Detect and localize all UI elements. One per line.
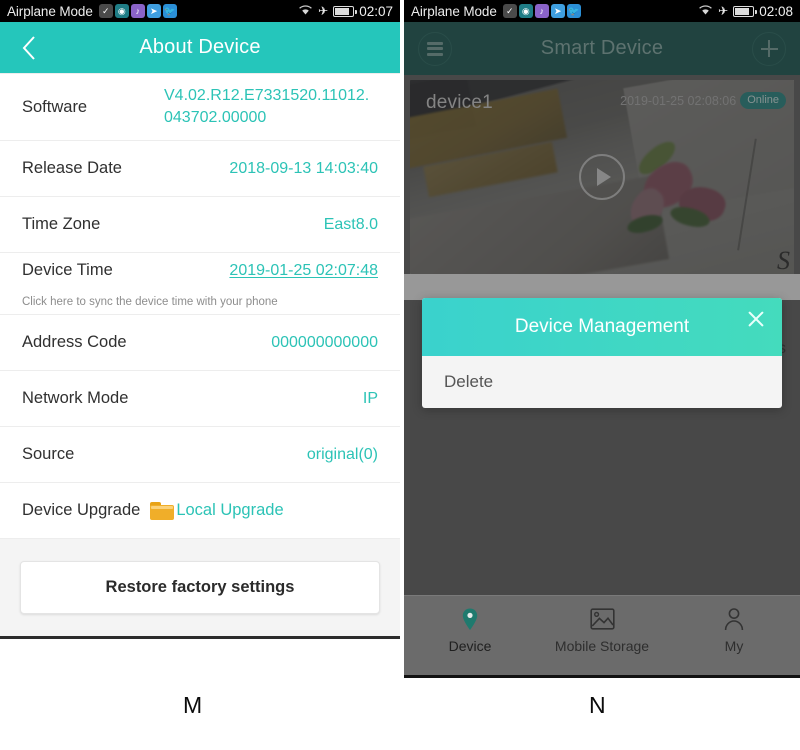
figure-caption-n: N	[589, 692, 606, 718]
nav-item-device[interactable]: Device	[404, 596, 536, 654]
video-preview[interactable]: device1 2019-01-25 02:08:06 Online S	[410, 80, 794, 274]
telegram-app-icon: ➤	[550, 4, 565, 18]
smart-device-screen: Smart Device device1 2019-01-25 02:08:06…	[404, 22, 800, 678]
nav-label: Device	[448, 638, 492, 654]
row-value: V4.02.R12.E7331520.11012.043702.00000	[164, 87, 370, 126]
list-row-source[interactable]: Source original(0)	[0, 427, 400, 483]
camera-app-icon: ◉	[518, 4, 533, 18]
airplane-icon: ✈	[718, 4, 729, 18]
device-time-hint: Click here to sync the device time with …	[22, 296, 278, 308]
camera-app-icon: ◉	[114, 4, 129, 18]
row-label: Network Mode	[22, 389, 129, 407]
music-app-icon: ♪	[130, 4, 145, 18]
dialog-item-delete[interactable]: Delete	[422, 356, 782, 408]
nav-item-mobile-storage[interactable]: Mobile Storage	[536, 596, 668, 654]
status-bar-left-group: Airplane Mode ✓ ◉ ♪ ➤ 🐦	[7, 4, 177, 19]
restore-section: Restore factory settings	[0, 539, 400, 636]
wifi-icon	[298, 4, 313, 19]
video-timestamp-group: 2019-01-25 02:08:06 Online	[620, 92, 786, 110]
page-title: About Device	[139, 36, 261, 58]
battery-icon	[733, 5, 757, 17]
row-value: original(0)	[306, 445, 378, 463]
nav-label: My	[724, 638, 744, 654]
image-icon	[589, 606, 615, 632]
row-label: Software	[22, 97, 88, 116]
list-row-release-date[interactable]: Release Date 2018-09-13 14:03:40	[0, 141, 400, 197]
device-time-main: Device Time 2019-01-25 02:07:48	[22, 261, 378, 280]
twitter-app-icon: 🐦	[566, 4, 581, 18]
airplane-mode-label: Airplane Mode	[7, 3, 93, 19]
plus-icon[interactable]	[752, 31, 786, 66]
airplane-mode-label: Airplane Mode	[411, 3, 497, 19]
app-bar-smart-device: Smart Device	[404, 22, 800, 75]
status-bar-right: Airplane Mode ✓ ◉ ♪ ➤ 🐦 ✈ 02:08	[404, 0, 800, 22]
status-bar-clock: 02:08	[759, 3, 793, 19]
phone-screenshot-n: Airplane Mode ✓ ◉ ♪ ➤ 🐦 ✈ 02:08 Smart De…	[404, 0, 800, 678]
figure-canvas: Airplane Mode ✓ ◉ ♪ ➤ 🐦 ✈ 02:07 About De…	[0, 0, 800, 750]
list-row-device-time[interactable]: Device Time 2019-01-25 02:07:48 Click he…	[0, 253, 400, 315]
music-app-icon: ♪	[534, 4, 549, 18]
bottom-navigation-bar: Device Mobile Storage My	[404, 595, 800, 675]
device-time-value[interactable]: 2019-01-25 02:07:48	[229, 262, 378, 280]
airplane-icon: ✈	[318, 4, 329, 18]
phone-screenshot-m: Airplane Mode ✓ ◉ ♪ ➤ 🐦 ✈ 02:07 About De…	[0, 0, 400, 678]
video-watermark: S	[777, 246, 790, 274]
list-row-time-zone[interactable]: Time Zone East8.0	[0, 197, 400, 253]
page-title: Smart Device	[540, 37, 664, 59]
close-icon[interactable]	[744, 307, 768, 331]
check-badge-icon: ✓	[502, 4, 517, 18]
nav-label: Mobile Storage	[554, 638, 650, 654]
dialog-header: Device Management	[422, 298, 782, 356]
status-badge: Online	[740, 92, 786, 110]
device-upgrade-group: Device Upgrade Local Upgrade	[22, 501, 284, 520]
device-management-dialog: Device Management Delete	[422, 298, 782, 408]
row-value: 2018-09-13 14:03:40	[229, 159, 378, 177]
status-bar-left: Airplane Mode ✓ ◉ ♪ ➤ 🐦 ✈ 02:07	[0, 0, 400, 22]
wifi-icon	[698, 4, 713, 19]
system-nav-line	[0, 636, 400, 639]
battery-icon	[333, 5, 357, 17]
person-icon	[721, 606, 747, 632]
row-label: Release Date	[22, 159, 122, 177]
row-label: Address Code	[22, 333, 127, 351]
row-label: Device Time	[22, 261, 113, 279]
status-bar-right-group: ✈ 02:07	[298, 4, 393, 19]
restore-factory-settings-button[interactable]: Restore factory settings	[20, 561, 380, 614]
app-bar-about-device: About Device	[0, 22, 400, 73]
hamburger-menu-icon[interactable]	[418, 31, 452, 66]
status-bar-app-icons: ✓ ◉ ♪ ➤ 🐦	[98, 4, 177, 18]
twitter-app-icon: 🐦	[162, 4, 177, 18]
status-bar-left-group: Airplane Mode ✓ ◉ ♪ ➤ 🐦	[411, 4, 581, 19]
video-timestamp: 2019-01-25 02:08:06	[620, 93, 737, 108]
device-card[interactable]: device1 2019-01-25 02:08:06 Online S	[404, 75, 800, 274]
row-label: Source	[22, 445, 75, 463]
status-bar-right-group: ✈ 02:08	[698, 4, 793, 19]
local-upgrade-link[interactable]: Local Upgrade	[176, 501, 283, 520]
row-value: East8.0	[323, 215, 378, 233]
check-badge-icon: ✓	[98, 4, 113, 18]
list-row-network-mode[interactable]: Network Mode IP	[0, 371, 400, 427]
row-value: IP	[362, 389, 378, 407]
play-icon[interactable]	[579, 154, 625, 200]
back-chevron-icon[interactable]	[14, 33, 44, 63]
row-value: 000000000000	[271, 333, 378, 351]
list-row-device-upgrade[interactable]: Device Upgrade Local Upgrade	[0, 483, 400, 539]
about-device-list: Software V4.02.R12.E7331520.11012.043702…	[0, 73, 400, 539]
folder-icon	[150, 501, 175, 520]
location-pin-icon	[457, 606, 483, 632]
dialog-title: Device Management	[514, 316, 690, 337]
row-label: Time Zone	[22, 215, 101, 233]
telegram-app-icon: ➤	[146, 4, 161, 18]
row-label: Device Upgrade	[22, 501, 141, 519]
device-name-label: device1	[426, 92, 493, 113]
nav-item-my[interactable]: My	[668, 596, 800, 654]
system-nav-line	[404, 675, 800, 678]
figure-caption-m: M	[183, 692, 203, 718]
list-row-address-code[interactable]: Address Code 000000000000	[0, 315, 400, 371]
status-bar-clock: 02:07	[359, 3, 393, 19]
status-bar-app-icons: ✓ ◉ ♪ ➤ 🐦	[502, 4, 581, 18]
list-row-software[interactable]: Software V4.02.R12.E7331520.11012.043702…	[0, 73, 400, 141]
